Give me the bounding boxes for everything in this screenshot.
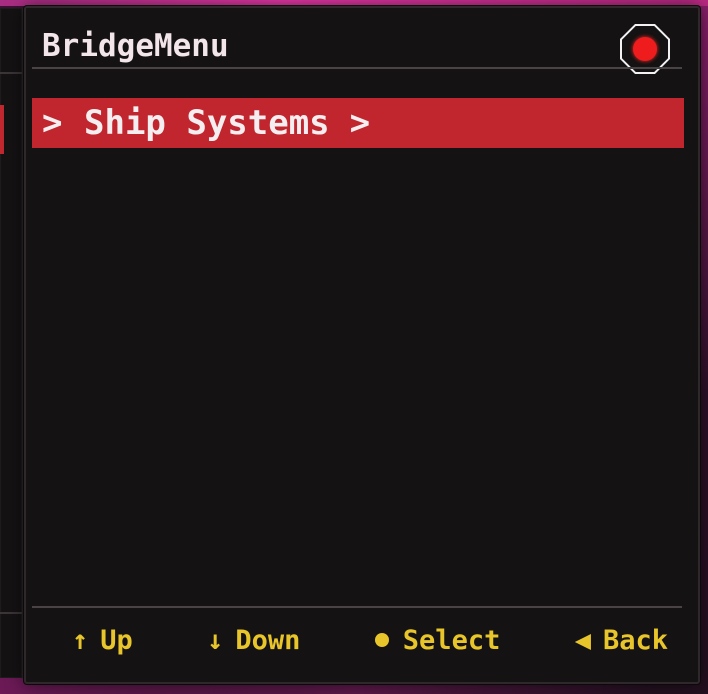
hint-up: ↑ Up bbox=[72, 625, 133, 656]
hint-back-label: Back bbox=[602, 624, 668, 656]
bridge-menu-panel: BridgeMenu > Ship Systems > ↑ Up ↓ Down … bbox=[24, 6, 700, 684]
hint-back: ◀ Back bbox=[575, 625, 668, 656]
adjacent-panel-divider bbox=[0, 72, 22, 74]
hint-up-label: Up bbox=[100, 624, 133, 656]
chevron-right-icon: > bbox=[349, 103, 371, 143]
adjacent-panel bbox=[0, 8, 24, 678]
footer-divider bbox=[32, 606, 682, 608]
title-divider bbox=[32, 67, 682, 69]
adjacent-panel-footer-divider bbox=[0, 612, 22, 614]
dot-icon bbox=[374, 633, 389, 647]
up-arrow-icon: ↑ bbox=[72, 624, 89, 656]
hint-down-label: Down bbox=[235, 624, 301, 656]
hint-select: Select bbox=[374, 624, 501, 656]
status-indicator-dot bbox=[633, 37, 657, 61]
left-triangle-icon: ◀ bbox=[574, 624, 591, 656]
hint-down: ↓ Down bbox=[207, 625, 300, 656]
menu-item-label: Ship Systems bbox=[84, 103, 330, 143]
chevron-right-icon: > bbox=[42, 103, 63, 143]
controls-hint-bar: ↑ Up ↓ Down Select ◀ Back bbox=[32, 620, 682, 660]
hint-select-label: Select bbox=[402, 624, 501, 656]
down-arrow-icon: ↓ bbox=[207, 624, 224, 656]
adjacent-panel-highlight bbox=[0, 105, 4, 154]
menu-list: > Ship Systems > bbox=[32, 98, 684, 148]
menu-item-ship-systems[interactable]: > Ship Systems > bbox=[32, 98, 684, 148]
menu-title: BridgeMenu bbox=[42, 28, 229, 64]
